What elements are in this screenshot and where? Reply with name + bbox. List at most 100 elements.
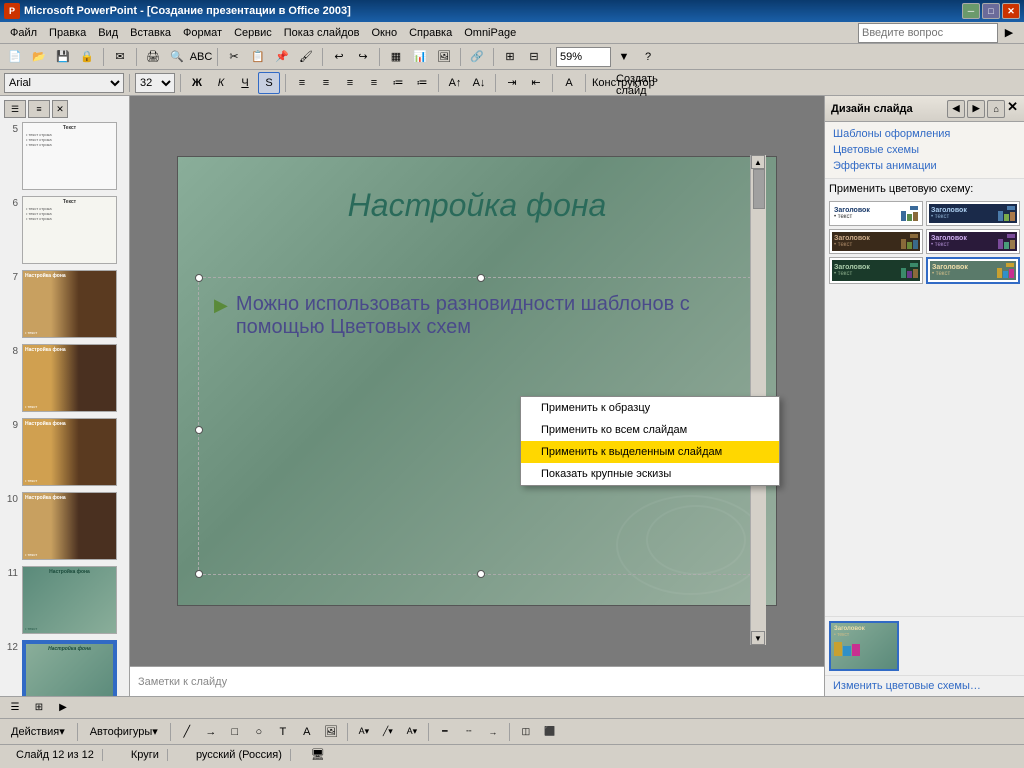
normal-view-btn[interactable]: ☰	[4, 698, 26, 718]
autoshapes-button[interactable]: Автофигуры▾	[83, 721, 165, 743]
slide-thumb-9[interactable]: 9 Настройка фона • текст	[4, 418, 125, 486]
draw-dash-style[interactable]: ╌	[458, 721, 480, 743]
slide-canvas[interactable]: Настройка фона ▶ Можно использовать разн…	[177, 156, 777, 606]
selected-scheme-thumb[interactable]: Заголовок • текст	[829, 621, 899, 671]
slide-thumb-8[interactable]: 8 Настройка фона • текст	[4, 344, 125, 412]
draw-font-color[interactable]: A▾	[401, 721, 423, 743]
minimize-button[interactable]: ─	[962, 3, 980, 19]
shadow-button[interactable]: S	[258, 72, 280, 94]
slideshow-btn[interactable]: ▶	[52, 698, 74, 718]
color-scheme-1[interactable]: Заголовок • текст	[829, 201, 923, 226]
restore-button[interactable]: □	[982, 3, 1000, 19]
size-selector[interactable]: 32	[135, 73, 175, 93]
color-scheme-3[interactable]: Заголовок • текст	[829, 229, 923, 254]
color-scheme-5[interactable]: Заголовок • текст	[829, 257, 923, 284]
notes-area[interactable]: Заметки к слайду	[130, 666, 824, 696]
outline-view-btn[interactable]: ≡	[28, 100, 50, 118]
menu-insert[interactable]: Вставка	[124, 25, 177, 41]
hyperlink-button[interactable]: 🔗	[466, 46, 488, 68]
open-button[interactable]: 📂	[28, 46, 50, 68]
draw-ellipse[interactable]: ○	[248, 721, 270, 743]
help-search-input[interactable]	[858, 23, 998, 43]
new-slide-button[interactable]: Создать слайд	[615, 72, 637, 94]
panel-close-button[interactable]: ✕	[1007, 100, 1018, 118]
email-button[interactable]: ✉	[109, 46, 131, 68]
slide-thumb-10[interactable]: 10 Настройка фона • текст	[4, 492, 125, 560]
italic-button[interactable]: К	[210, 72, 232, 94]
actions-button[interactable]: Действия▾	[4, 721, 72, 743]
copy-button[interactable]: 📋	[247, 46, 269, 68]
panel-close-btn[interactable]: ✕	[52, 100, 68, 118]
draw-rect[interactable]: □	[224, 721, 246, 743]
menu-tools[interactable]: Сервис	[228, 25, 278, 41]
print-button[interactable]: 🖨	[142, 46, 164, 68]
draw-line-style[interactable]: ━	[434, 721, 456, 743]
preview-button[interactable]: 🔍	[166, 46, 188, 68]
bullets-button[interactable]: ≔	[387, 72, 409, 94]
color-scheme-6[interactable]: Заголовок • текст	[926, 257, 1020, 284]
scroll-down-btn[interactable]: ▼	[751, 631, 765, 645]
zoom-dropdown[interactable]: ▼	[613, 46, 635, 68]
font-size-inc[interactable]: A↑	[444, 72, 466, 94]
color-scheme-scroll[interactable]: Заголовок • текст	[825, 197, 1024, 616]
save-button[interactable]: 💾	[52, 46, 74, 68]
redo-button[interactable]: ↪	[352, 46, 374, 68]
color-scheme-2[interactable]: Заголовок • текст	[926, 201, 1020, 226]
draw-clipart[interactable]: 🖼	[320, 721, 342, 743]
draw-3d[interactable]: ⬛	[539, 721, 561, 743]
cut-button[interactable]: ✂	[223, 46, 245, 68]
new-button[interactable]: 📄	[4, 46, 26, 68]
slide-thumb-12[interactable]: 12 Настройка фона ▶ Можно использ...	[4, 640, 125, 696]
menu-edit[interactable]: Правка	[43, 25, 92, 41]
color-schemes-link[interactable]: Цветовые схемы	[829, 142, 1020, 158]
justify-button[interactable]: ≡	[363, 72, 385, 94]
numbering-button[interactable]: ≔	[411, 72, 433, 94]
draw-fill-color[interactable]: A▾	[353, 721, 375, 743]
indent-less[interactable]: ⇤	[525, 72, 547, 94]
help-search-button[interactable]: ▶	[998, 22, 1020, 44]
slide-thumb-11[interactable]: 11 Настройка фона • текст	[4, 566, 125, 634]
draw-line[interactable]: ╱	[176, 721, 198, 743]
templates-link[interactable]: Шаблоны оформления	[829, 126, 1020, 142]
draw-line-color[interactable]: ╱▾	[377, 721, 399, 743]
spell-button[interactable]: ABC	[190, 46, 212, 68]
close-button[interactable]: ✕	[1002, 3, 1020, 19]
ctx-apply-selected[interactable]: Применить к выделенным слайдам	[521, 441, 779, 463]
insert-table[interactable]: ▦	[385, 46, 407, 68]
font-color-button[interactable]: A	[558, 72, 580, 94]
align-center-button[interactable]: ≡	[315, 72, 337, 94]
collapse-button[interactable]: ⊟	[523, 46, 545, 68]
paste-button[interactable]: 📌	[271, 46, 293, 68]
menu-view[interactable]: Вид	[92, 25, 124, 41]
underline-button[interactable]: Ч	[234, 72, 256, 94]
format-painter[interactable]: 🖌	[295, 46, 317, 68]
menu-slideshow[interactable]: Показ слайдов	[278, 25, 366, 41]
change-schemes-link[interactable]: Изменить цветовые схемы…	[829, 676, 985, 696]
slide-view-btn[interactable]: ☰	[4, 100, 26, 118]
font-size-dec[interactable]: A↓	[468, 72, 490, 94]
insert-chart[interactable]: 📊	[409, 46, 431, 68]
menu-format[interactable]: Формат	[177, 25, 228, 41]
menu-omnipage[interactable]: OmniPage	[458, 25, 522, 41]
panel-back-btn[interactable]: ◀	[947, 100, 965, 118]
menu-file[interactable]: Файл	[4, 25, 43, 41]
panel-home-btn[interactable]: ⌂	[987, 100, 1005, 118]
scroll-up-btn[interactable]: ▲	[751, 155, 765, 169]
draw-shadow[interactable]: ◫	[515, 721, 537, 743]
color-scheme-4[interactable]: Заголовок • текст	[926, 229, 1020, 254]
undo-button[interactable]: ↩	[328, 46, 350, 68]
slide-thumb-7[interactable]: 7 Настройка фона • текст	[4, 270, 125, 338]
menu-window[interactable]: Окно	[366, 25, 404, 41]
help-button[interactable]: ?	[637, 46, 659, 68]
draw-wordart[interactable]: A	[296, 721, 318, 743]
scroll-thumb[interactable]	[753, 169, 765, 209]
bold-button[interactable]: Ж	[186, 72, 208, 94]
slide-thumb-6[interactable]: 6 Текст • текст строка• текст строка• те…	[4, 196, 125, 264]
draw-arrow-style[interactable]: →	[482, 721, 504, 743]
menu-help[interactable]: Справка	[403, 25, 458, 41]
animation-link[interactable]: Эффекты анимации	[829, 158, 1020, 174]
expand-button[interactable]: ⊞	[499, 46, 521, 68]
slide-sorter-btn[interactable]: ⊞	[28, 698, 50, 718]
align-left-button[interactable]: ≡	[291, 72, 313, 94]
zoom-input[interactable]	[556, 47, 611, 67]
